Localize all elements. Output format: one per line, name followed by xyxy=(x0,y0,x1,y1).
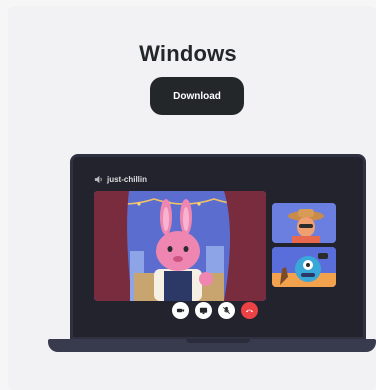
participant-video-2[interactable] xyxy=(272,247,336,287)
camera-button[interactable] xyxy=(172,302,189,319)
mute-icon xyxy=(223,306,230,314)
speaker-icon xyxy=(94,175,102,184)
mute-button[interactable] xyxy=(218,302,235,319)
screen-share-icon xyxy=(199,307,208,315)
bunny-illustration xyxy=(94,191,266,301)
call-controls xyxy=(172,302,258,319)
channel-name: just-chillin xyxy=(107,175,147,184)
hangup-icon xyxy=(245,309,254,313)
screen-share-button[interactable] xyxy=(195,302,212,319)
main-video-feed[interactable] xyxy=(94,191,266,301)
cowboy-avatar-illustration xyxy=(272,203,336,243)
laptop-notch xyxy=(186,339,250,343)
hangup-button[interactable] xyxy=(241,302,258,319)
camera-icon xyxy=(176,308,185,313)
blue-character-illustration xyxy=(272,247,336,287)
voice-channel-label: just-chillin xyxy=(94,175,147,184)
download-button[interactable]: Download xyxy=(150,77,244,115)
platform-title: Windows xyxy=(139,41,237,66)
participant-video-1[interactable] xyxy=(272,203,336,243)
